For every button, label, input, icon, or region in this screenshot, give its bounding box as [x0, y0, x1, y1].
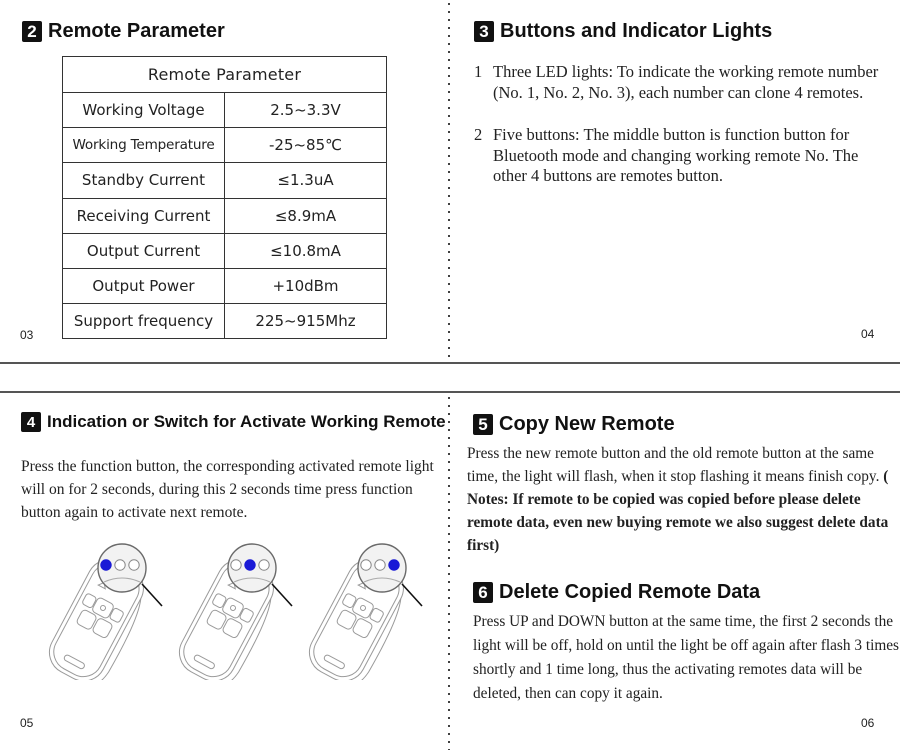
- table-header: Remote Parameter: [62, 56, 387, 93]
- param-label: Output Power: [62, 267, 225, 305]
- section-number-badge: 4: [21, 412, 41, 432]
- table-row: Working Temperature -25~85℃: [62, 127, 387, 164]
- left-button: [212, 593, 227, 609]
- param-label: Working Temperature: [62, 127, 225, 164]
- table-row: Receiving Current ≤8.9mA: [62, 197, 387, 234]
- page-number: 05: [20, 716, 34, 730]
- param-value: ≤8.9mA: [224, 197, 387, 234]
- remote-illustration-led-3: [308, 543, 423, 680]
- list-item-text: Five buttons: The middle button is funct…: [493, 125, 859, 185]
- led-inactive-indicator: [230, 559, 242, 571]
- param-label: Output Current: [62, 232, 225, 269]
- right-button: [109, 607, 124, 623]
- remote-parameter-table: Remote Parameter Working Voltage 2.5~3.3…: [62, 56, 387, 340]
- section-title-activate-working-remote: 4 Indication or Switch for Activate Work…: [21, 412, 446, 432]
- param-label: Working Voltage: [62, 91, 225, 129]
- section-body-text: Press the new remote button and the old …: [467, 442, 899, 557]
- param-label: Receiving Current: [62, 197, 225, 234]
- led-inactive-indicator: [360, 559, 372, 571]
- magnifier: [357, 543, 423, 607]
- led-inactive-indicator: [114, 559, 126, 571]
- remote-illustration-led-2: [178, 543, 293, 680]
- led-active-indicator: [388, 559, 400, 571]
- section-number-badge: 5: [473, 414, 493, 435]
- center-button: [92, 597, 114, 619]
- center-button-dot: [229, 604, 236, 611]
- list-item-text: Three LED lights: To indicate the workin…: [493, 62, 879, 102]
- param-label: Standby Current: [62, 162, 225, 199]
- page-number: 03: [20, 328, 34, 342]
- param-label: Support frequency: [62, 303, 225, 340]
- section-number-badge: 3: [474, 21, 494, 42]
- right-button: [239, 607, 254, 623]
- page-number: 04: [861, 327, 875, 341]
- led-inactive-indicator: [258, 559, 270, 571]
- led-active-indicator: [244, 559, 256, 571]
- center-button-dot: [359, 604, 366, 611]
- bottom-slot: [323, 654, 345, 670]
- param-value: ≤1.3uA: [224, 162, 387, 199]
- section-body-text: Press the function button, the correspon…: [21, 458, 434, 521]
- bottom-slot: [193, 654, 215, 670]
- section-title-remote-parameter: 2 Remote Parameter: [22, 20, 225, 43]
- copy-instructions: Press the new remote button and the old …: [467, 445, 880, 485]
- param-value: 225~915Mhz: [224, 303, 387, 340]
- center-button: [222, 597, 244, 619]
- section-title-text: Indication or Switch for Activate Workin…: [47, 412, 446, 431]
- table-row: Output Power +10dBm: [62, 267, 387, 305]
- remote-illustration-led-1: [48, 543, 163, 680]
- page-divider-horizontal-upper: [0, 362, 900, 364]
- section-title-copy-new-remote: 5 Copy New Remote: [473, 413, 675, 436]
- list-item: 1 Three LED lights: To indicate the work…: [474, 62, 894, 103]
- table-row: Support frequency 225~915Mhz: [62, 303, 387, 340]
- param-value: +10dBm: [224, 267, 387, 305]
- section-title-text: Delete Copied Remote Data: [499, 581, 761, 603]
- right-button: [369, 607, 384, 623]
- section-body-text: Press UP and DOWN button at the same tim…: [473, 613, 899, 702]
- center-button-dot: [99, 604, 106, 611]
- section-title-buttons-indicator-lights: 3 Buttons and Indicator Lights: [474, 20, 772, 43]
- table-row: Working Voltage 2.5~3.3V: [62, 91, 387, 129]
- bottom-slot: [63, 654, 85, 670]
- section-title-text: Remote Parameter: [48, 20, 225, 42]
- table-header-row: Remote Parameter: [62, 56, 387, 93]
- left-button: [82, 593, 97, 609]
- page-divider-vertical-top: [448, 0, 450, 360]
- param-value: -25~85℃: [224, 127, 387, 164]
- section-number-badge: 2: [22, 21, 42, 42]
- led-inactive-indicator: [128, 559, 140, 571]
- section-number-badge: 6: [473, 582, 493, 603]
- table-row: Standby Current ≤1.3uA: [62, 162, 387, 199]
- param-value: ≤10.8mA: [224, 232, 387, 269]
- feature-list: 1 Three LED lights: To indicate the work…: [474, 62, 894, 209]
- param-value: 2.5~3.3V: [224, 91, 387, 129]
- table-row: Output Current ≤10.8mA: [62, 232, 387, 269]
- list-item-number: 2: [474, 125, 483, 144]
- center-button: [352, 597, 374, 619]
- page-number: 06: [861, 716, 875, 730]
- left-button: [342, 593, 357, 609]
- page-divider-vertical-bottom: [448, 394, 450, 750]
- magnifier-handle: [401, 583, 423, 607]
- list-item-number: 1: [474, 62, 483, 81]
- led-inactive-indicator: [374, 559, 386, 571]
- section-title-delete-copied-remote-data: 6 Delete Copied Remote Data: [473, 581, 760, 604]
- led-active-indicator: [100, 559, 112, 571]
- section-title-text: Buttons and Indicator Lights: [500, 20, 773, 42]
- list-item: 2 Five buttons: The middle button is fun…: [474, 125, 894, 187]
- page-divider-horizontal-lower: [0, 391, 900, 393]
- section-title-text: Copy New Remote: [499, 413, 675, 435]
